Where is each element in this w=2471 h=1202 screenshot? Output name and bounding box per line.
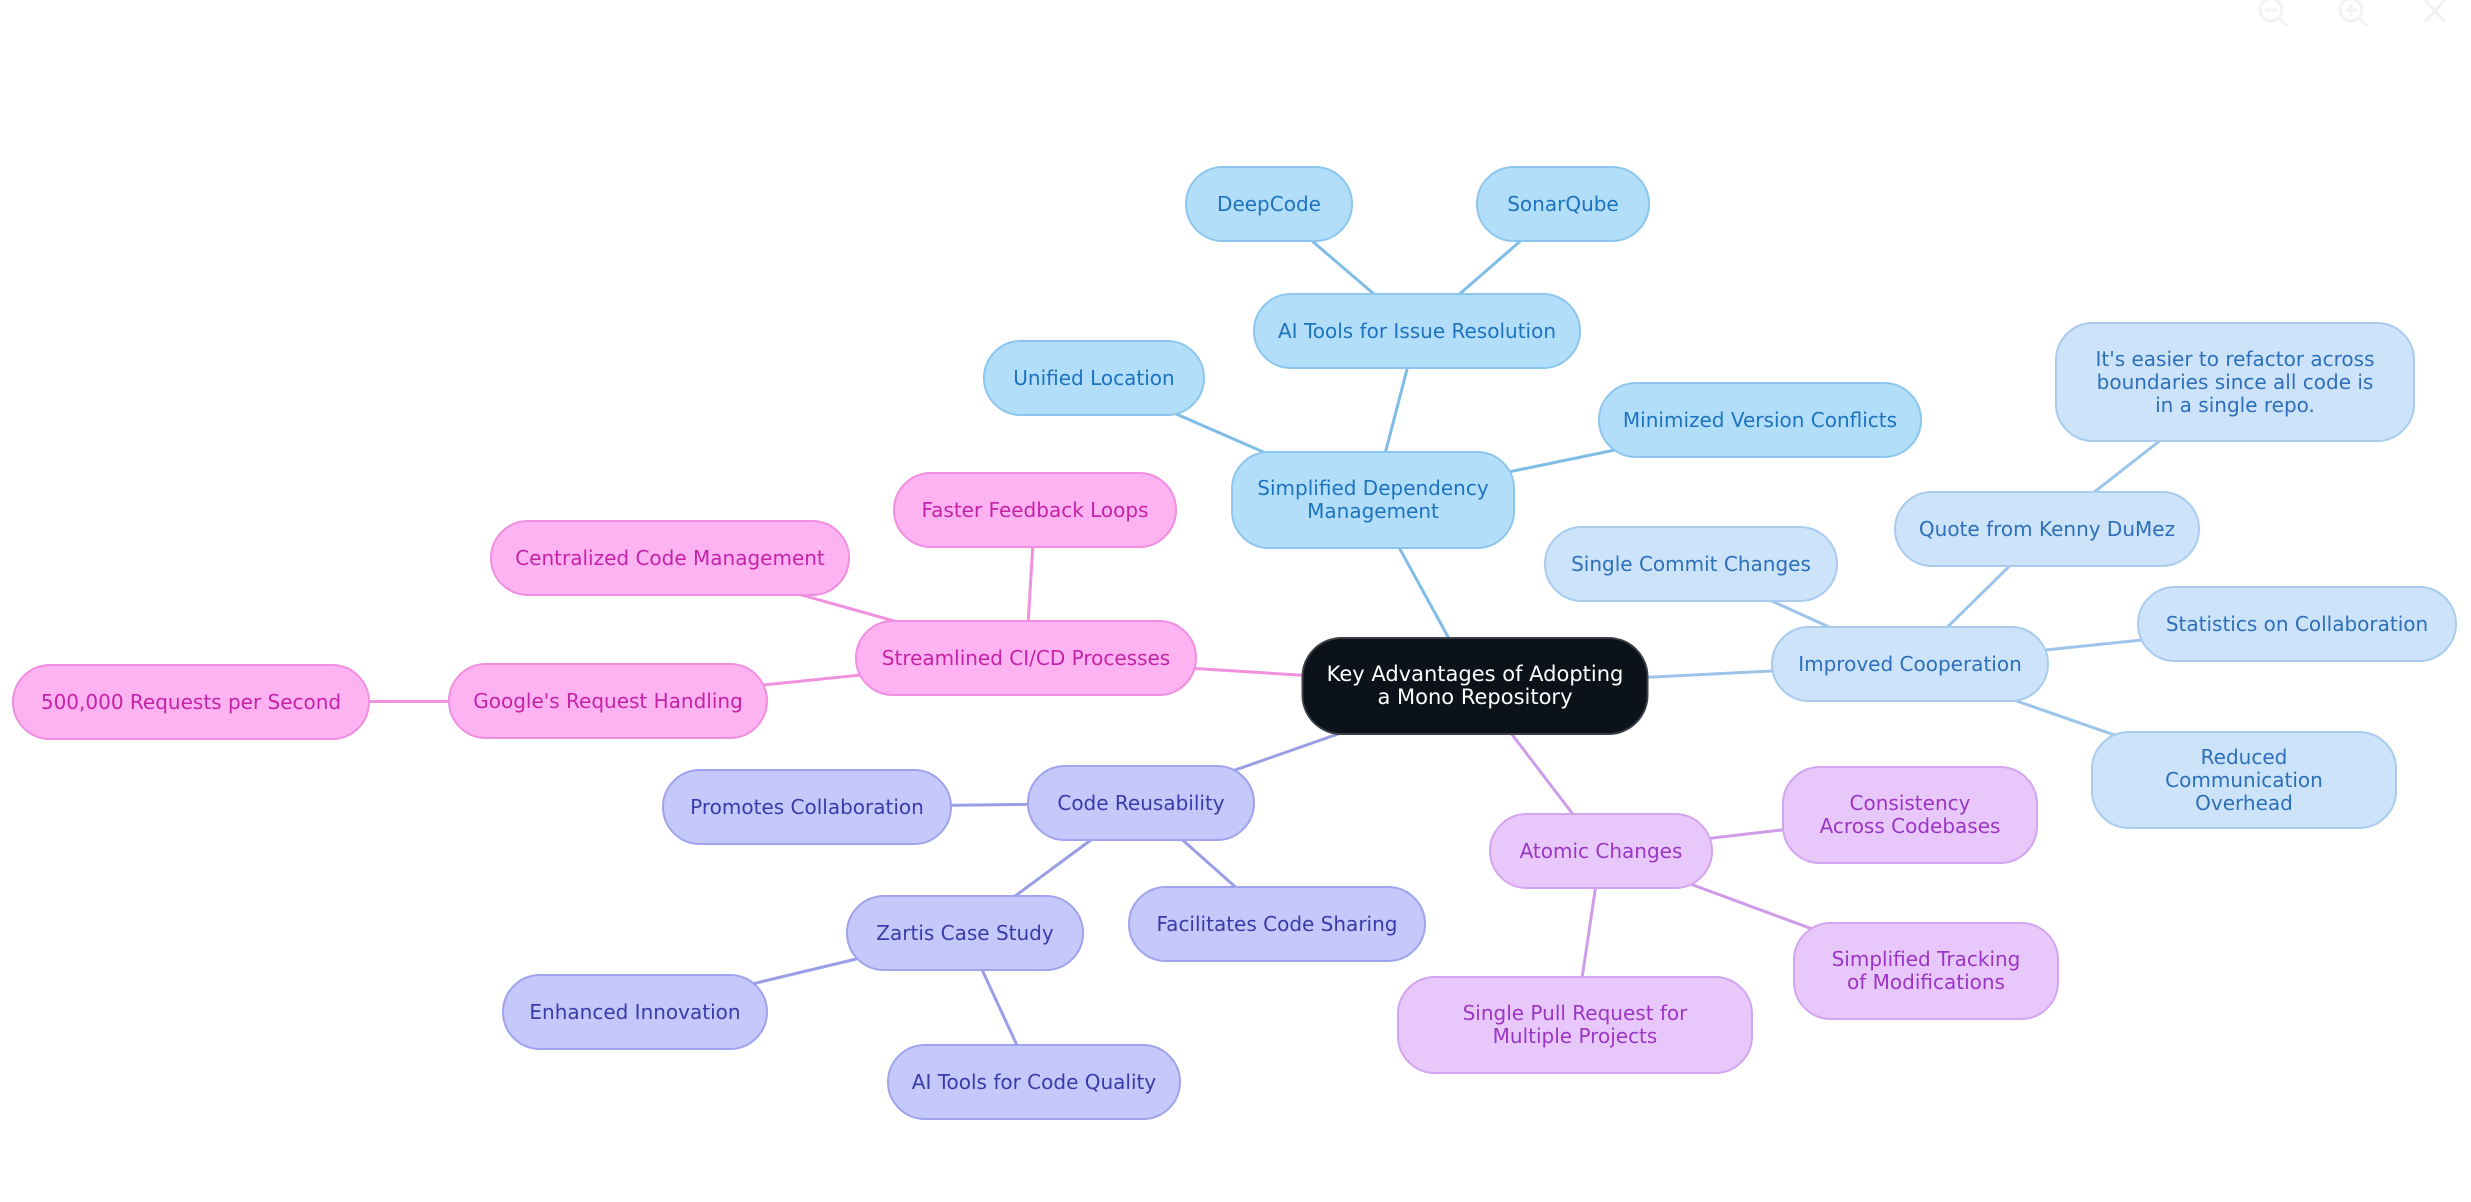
node-unified-location[interactable]: Unified Location (983, 340, 1205, 416)
node-ai-tools-issue-resolution[interactable]: AI Tools for Issue Resolution (1253, 293, 1581, 369)
zoom-in-icon[interactable] (2335, 0, 2375, 34)
node-code-reusability[interactable]: Code Reusability (1027, 765, 1255, 841)
node-single-pull-request[interactable]: Single Pull Request for Multiple Project… (1397, 976, 1753, 1074)
node-sonarqube[interactable]: SonarQube (1476, 166, 1650, 242)
node-zartis-case-study[interactable]: Zartis Case Study (846, 895, 1084, 971)
node-streamlined-cicd[interactable]: Streamlined CI/CD Processes (855, 620, 1197, 696)
node-centralized-code-management[interactable]: Centralized Code Management (490, 520, 850, 596)
node-deepcode[interactable]: DeepCode (1185, 166, 1353, 242)
node-promotes-collaboration[interactable]: Promotes Collaboration (662, 769, 952, 845)
node-quote-text[interactable]: It's easier to refactor across boundarie… (2055, 322, 2415, 442)
node-enhanced-innovation[interactable]: Enhanced Innovation (502, 974, 768, 1050)
node-simplified-tracking[interactable]: Simplified Tracking of Modifications (1793, 922, 2059, 1020)
node-facilitates-code-sharing[interactable]: Facilitates Code Sharing (1128, 886, 1426, 962)
node-500000-requests-per-second[interactable]: 500,000 Requests per Second (12, 664, 370, 740)
node-single-commit-changes[interactable]: Single Commit Changes (1544, 526, 1838, 602)
node-simplified-dependency-management[interactable]: Simplified Dependency Management (1231, 451, 1515, 549)
node-statistics-on-collaboration[interactable]: Statistics on Collaboration (2137, 586, 2457, 662)
node-google-request-handling[interactable]: Google's Request Handling (448, 663, 768, 739)
node-quote-kenny-dumez[interactable]: Quote from Kenny DuMez (1894, 491, 2200, 567)
node-atomic-changes[interactable]: Atomic Changes (1489, 813, 1713, 889)
node-improved-cooperation[interactable]: Improved Cooperation (1771, 626, 2049, 702)
root-node[interactable]: Key Advantages of Adopting a Mono Reposi… (1301, 637, 1649, 735)
zoom-out-icon[interactable] (2255, 0, 2295, 34)
viewer-toolbar (2255, 0, 2471, 34)
node-reduced-communication-overhead[interactable]: Reduced Communication Overhead (2091, 731, 2397, 829)
node-ai-tools-code-quality[interactable]: AI Tools for Code Quality (887, 1044, 1181, 1120)
close-icon[interactable] (2415, 0, 2455, 34)
node-minimized-version-conflicts[interactable]: Minimized Version Conflicts (1598, 382, 1922, 458)
node-consistency-across-codebases[interactable]: Consistency Across Codebases (1782, 766, 2038, 864)
node-faster-feedback-loops[interactable]: Faster Feedback Loops (893, 472, 1177, 548)
